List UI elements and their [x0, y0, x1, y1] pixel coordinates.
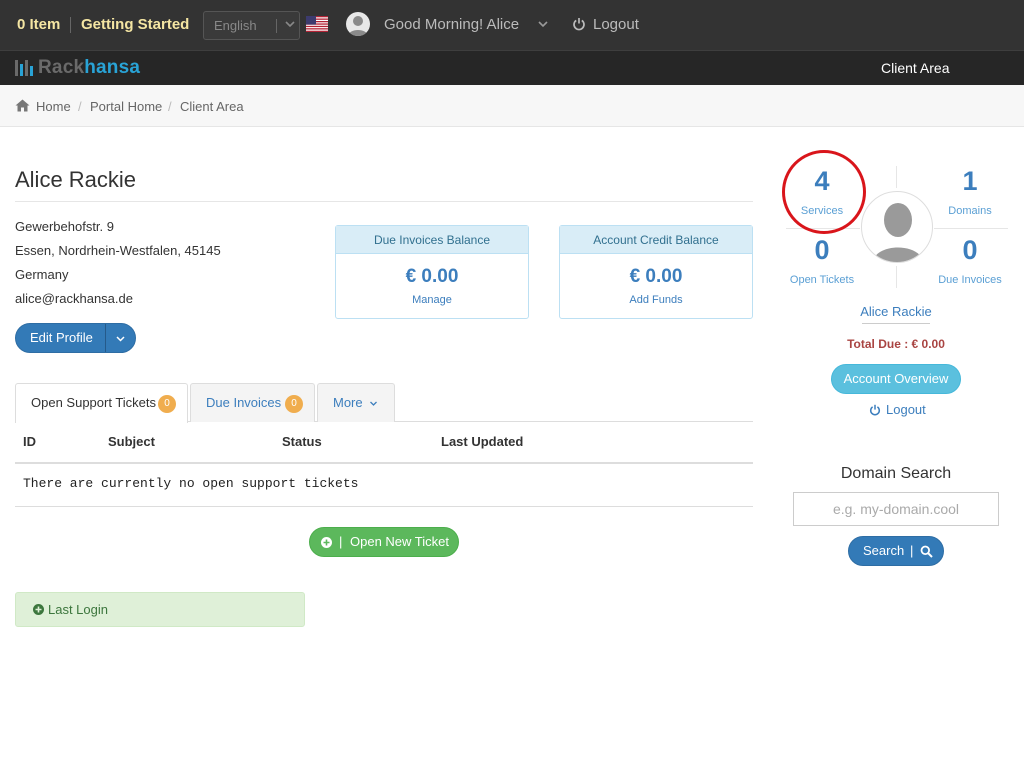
home-icon	[15, 99, 30, 112]
topbar-divider	[70, 17, 71, 33]
sidebar-user-name[interactable]: Alice Rackie	[796, 304, 996, 319]
user-silhouette-icon	[348, 16, 368, 36]
open-new-ticket-button[interactable]: | Open New Ticket	[309, 527, 459, 557]
us-flag-icon[interactable]	[306, 16, 328, 32]
edit-profile-label: Edit Profile	[30, 330, 93, 345]
tab-label: Due Invoices	[206, 395, 282, 410]
getting-started-link[interactable]: Getting Started	[81, 16, 189, 34]
last-login-panel[interactable]: Last Login	[15, 592, 305, 627]
account-overview-button[interactable]: Account Overview	[831, 364, 961, 394]
highlight-circle	[782, 150, 866, 234]
breadcrumb: Home / Portal Home / Client Area	[0, 85, 1024, 127]
user-avatar-small[interactable]	[346, 12, 370, 36]
address-city: Essen, Nordrhein-Westfalen, 45145	[15, 243, 221, 258]
stats-divider	[896, 266, 897, 288]
nav-client-area[interactable]: Client Area	[881, 60, 949, 76]
add-funds-link[interactable]: Add Funds	[560, 294, 752, 306]
divider	[15, 201, 753, 202]
top-bar: 0 Item Getting Started English Good Morn…	[0, 0, 1024, 50]
cart-link[interactable]: 0 Item	[17, 16, 60, 34]
logo-word-rack: Rack	[38, 57, 85, 78]
due-invoices-amount: € 0.00	[405, 266, 459, 287]
column-header-last-updated[interactable]: Last Updated	[441, 434, 523, 449]
count-badge: 0	[285, 395, 303, 413]
logo-icon	[15, 60, 33, 76]
open-tickets-label[interactable]: Open Tickets	[772, 274, 872, 286]
domains-count[interactable]: 1	[925, 166, 1015, 197]
language-value: English	[214, 18, 257, 33]
column-header-subject[interactable]: Subject	[108, 434, 155, 449]
button-separator: |	[910, 543, 914, 558]
plus-circle-icon	[33, 604, 44, 615]
panel-title: Due Invoices Balance	[336, 226, 528, 254]
chevron-down-icon[interactable]	[537, 18, 549, 30]
brand-bar: Rackhansa Client Area	[0, 50, 1024, 85]
column-header-status[interactable]: Status	[282, 434, 322, 449]
count-badge: 0	[158, 395, 176, 413]
button-separator: |	[339, 534, 343, 549]
user-greeting[interactable]: Good Morning! Alice	[384, 16, 519, 34]
search-icon	[920, 545, 933, 558]
language-select-divider	[276, 19, 277, 33]
logout-link[interactable]: Logout	[593, 16, 639, 34]
account-credit-balance-panel: Account Credit Balance € 0.00 Add Funds	[559, 225, 753, 319]
breadcrumb-separator: /	[168, 99, 172, 114]
domain-search-title: Domain Search	[840, 465, 952, 482]
credit-balance-amount: € 0.00	[629, 266, 683, 287]
tab-label: More	[333, 395, 363, 410]
tab-due-invoices[interactable]: Due Invoices 0	[190, 383, 315, 422]
due-invoices-balance-panel: Due Invoices Balance € 0.00 Manage	[335, 225, 529, 319]
breadcrumb-portal-home[interactable]: Portal Home	[90, 99, 162, 114]
breadcrumb-home[interactable]: Home	[36, 99, 71, 114]
breadcrumb-separator: /	[78, 99, 82, 114]
tab-label: Open Support Tickets	[31, 395, 157, 410]
divider	[862, 323, 930, 324]
brand-logo[interactable]: Rackhansa	[38, 58, 140, 78]
panel-title: Account Credit Balance	[560, 226, 752, 254]
open-tickets-count[interactable]: 0	[777, 235, 867, 266]
total-due: Total Due : € 0.00	[847, 337, 945, 351]
chevron-down-icon	[285, 21, 295, 28]
chevron-down-icon	[370, 401, 377, 406]
button-divider	[105, 324, 106, 352]
power-icon	[870, 404, 880, 416]
open-new-ticket-label: Open New Ticket	[350, 534, 449, 549]
profile-email: alice@rackhansa.de	[15, 291, 133, 306]
avatar	[861, 191, 933, 263]
due-invoices-count[interactable]: 0	[925, 235, 1015, 266]
sidebar-logout-link[interactable]: Logout	[886, 402, 926, 417]
domains-label[interactable]: Domains	[920, 205, 1020, 217]
power-icon	[573, 18, 585, 31]
manage-link[interactable]: Manage	[336, 294, 528, 306]
due-invoices-label[interactable]: Due Invoices	[920, 274, 1020, 286]
stats-divider	[934, 228, 1008, 229]
language-select[interactable]: English	[203, 11, 300, 40]
address-country: Germany	[15, 267, 69, 282]
table-header-divider	[15, 462, 753, 464]
column-header-id[interactable]: ID	[23, 434, 36, 449]
empty-tickets-message: There are currently no open support tick…	[23, 476, 359, 491]
chevron-down-icon[interactable]	[115, 333, 126, 344]
user-silhouette-icon	[872, 203, 924, 262]
search-button-label: Search	[863, 543, 905, 558]
tab-more[interactable]: More	[317, 383, 395, 422]
breadcrumb-client-area: Client Area	[180, 99, 244, 114]
domain-search-button[interactable]: Search |	[848, 536, 944, 566]
account-overview-label: Account Overview	[843, 371, 949, 386]
logo-word-hansa: hansa	[84, 57, 141, 78]
edit-profile-button[interactable]: Edit Profile	[15, 323, 136, 353]
plus-circle-icon	[321, 537, 332, 548]
profile-name: Alice Rackie	[15, 167, 137, 192]
last-login-label: Last Login	[48, 602, 108, 617]
domain-search-input[interactable]	[793, 492, 999, 526]
stats-divider	[896, 166, 897, 188]
tab-open-support-tickets[interactable]: Open Support Tickets 0	[15, 383, 188, 423]
address-street: Gewerbehofstr. 9	[15, 219, 114, 234]
table-divider	[15, 506, 753, 507]
